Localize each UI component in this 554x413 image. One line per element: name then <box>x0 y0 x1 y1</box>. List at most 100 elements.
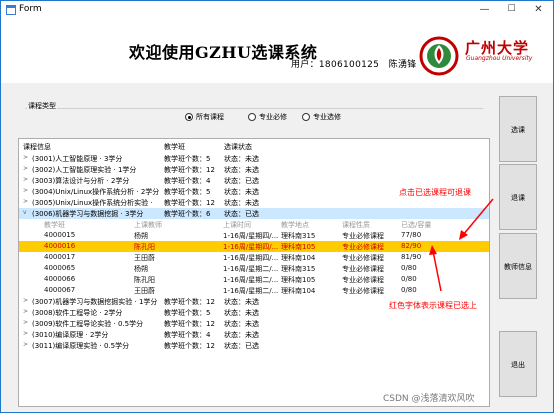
course-class-count: 教学班个数：5 <box>164 155 211 163</box>
course-info: (3007)机器学习与数据挖掘实验 · 1学分 <box>32 298 158 306</box>
sub-header-time: 上课时间 <box>223 221 251 229</box>
section-row-selected[interactable]: 4000016 陈孔阳 1-16周/星期四/... 理科南105 专业必修课程 82/90 <box>19 241 489 252</box>
course-status: 状态：未选 <box>224 188 259 196</box>
section-teacher: 陈孔阳 <box>134 276 155 284</box>
course-class-count: 教学班个数：4 <box>164 177 211 185</box>
course-status: 状态：未选 <box>224 155 259 163</box>
user-label: 用户： <box>291 60 319 70</box>
section-row[interactable]: 4000017 王田蔚 1-16周/星期四/... 理科南104 专业必修课程 81/90 <box>19 252 489 263</box>
chevron-right-icon[interactable]: > <box>23 165 28 172</box>
course-info: (3005)Unix/Linux操作系统分析实验 · <box>32 199 153 207</box>
section-row[interactable]: 4000066 陈孔阳 1-16周/星期二/... 理科南105 专业必修课程 0/80 <box>19 274 489 285</box>
course-status: 状态：未选 <box>224 331 259 339</box>
title-bar[interactable]: Form — ☐ ✕ <box>1 1 553 19</box>
chevron-down-icon[interactable]: v <box>23 209 27 216</box>
tree-row-3011[interactable]: > (3011)编译原理实验 · 0.5学分 教学班个数：12 状态：已选 <box>19 340 489 351</box>
section-id: 4000067 <box>44 286 76 294</box>
select-course-button[interactable]: 选课 <box>499 96 537 162</box>
section-id: 4000017 <box>44 253 76 261</box>
chevron-right-icon[interactable]: > <box>23 341 28 348</box>
course-status: 状态：已选 <box>224 177 259 185</box>
chevron-right-icon[interactable]: > <box>23 330 28 337</box>
chevron-right-icon[interactable]: > <box>23 308 28 315</box>
course-class-count: 教学班个数：5 <box>164 188 211 196</box>
sub-header-count: 已选/容量 <box>401 221 432 229</box>
section-row[interactable]: 4000067 王田蔚 1-16周/星期二/... 理科南104 专业必修课程 0/80 <box>19 285 489 296</box>
section-type: 专业必修课程 <box>342 265 384 273</box>
chevron-right-icon[interactable]: > <box>23 319 28 326</box>
course-type-group: 课程类型 所有课程 专业必修 专业选修 <box>25 101 483 130</box>
section-place: 理科南104 <box>281 254 316 262</box>
section-id: 4000015 <box>44 231 76 239</box>
section-type: 专业必修课程 <box>342 243 384 251</box>
tree-header: 课程信息 教学班 选课状态 <box>19 139 489 152</box>
chevron-right-icon[interactable]: > <box>23 176 28 183</box>
course-class-count: 教学班个数：12 <box>164 342 215 350</box>
radio-unchecked-icon[interactable] <box>248 113 256 121</box>
tree-row-3010[interactable]: > (3010)编译原理 · 2学分 教学班个数：4 状态：未选 <box>19 329 489 340</box>
university-logo-icon <box>419 36 459 76</box>
section-time: 1-16周/星期四/... <box>223 243 279 251</box>
course-status: 状态：未选 <box>224 320 259 328</box>
section-id: 4000066 <box>44 275 76 283</box>
section-count: 81/90 <box>401 253 422 261</box>
button-label: 退课 <box>511 194 525 202</box>
section-count: 0/80 <box>401 275 417 283</box>
sub-header-class: 教学班 <box>44 221 65 229</box>
close-button[interactable]: ✕ <box>525 1 552 19</box>
tree-row-3002[interactable]: > (3002)人工智能原理实验 · 1学分 教学班个数：12 状态：未选 <box>19 164 489 175</box>
course-status: 状态：未选 <box>224 298 259 306</box>
user-id: 1806100125 <box>318 60 380 70</box>
radio-required-courses[interactable]: 专业必修 <box>248 112 287 122</box>
radio-elective-courses[interactable]: 专业选修 <box>302 112 341 122</box>
radio-all-courses[interactable]: 所有课程 <box>185 112 224 122</box>
chevron-right-icon[interactable]: > <box>23 187 28 194</box>
teacher-info-button[interactable]: 教师信息 <box>499 233 537 299</box>
header-course-info: 课程信息 <box>23 143 51 151</box>
button-label: 选课 <box>511 126 525 134</box>
course-info: (3003)算法设计与分析 · 2学分 <box>32 177 130 185</box>
app-window: Form — ☐ ✕ 欢迎使用GZHU选课系统 用户：1806100125 陈湧… <box>0 0 554 413</box>
course-tree[interactable]: 课程信息 教学班 选课状态 > (3001)人工智能原理 · 3学分 教学班个数：5… <box>18 138 490 407</box>
button-label: 教师信息 <box>504 263 532 271</box>
section-type: 专业必修课程 <box>342 287 384 295</box>
section-place: 理科南315 <box>281 232 316 240</box>
course-class-count: 教学班个数：12 <box>164 320 215 328</box>
tree-row-3006[interactable]: v (3006)机器学习与数据挖掘 · 3学分 教学班个数：6 状态：已选 <box>19 208 489 219</box>
course-info: (3006)机器学习与数据挖掘 · 3学分 <box>32 210 144 218</box>
section-count: 0/80 <box>401 264 417 272</box>
tree-row-3005[interactable]: > (3005)Unix/Linux操作系统分析实验 · 教学班个数：12 状态：未选 <box>19 197 489 208</box>
tree-row-3003[interactable]: > (3003)算法设计与分析 · 2学分 教学班个数：4 状态：已选 <box>19 175 489 186</box>
header-status: 选课状态 <box>224 143 252 151</box>
section-id: 4000016 <box>44 242 76 250</box>
course-status: 状态：未选 <box>224 166 259 174</box>
radio-label: 专业选修 <box>313 113 341 121</box>
chevron-right-icon[interactable]: > <box>23 198 28 205</box>
course-class-count: 教学班个数：5 <box>164 309 211 317</box>
tree-row-3001[interactable]: > (3001)人工智能原理 · 3学分 教学班个数：5 状态：未选 <box>19 153 489 164</box>
course-info: (3009)软件工程导论实验 · 0.5学分 <box>32 320 144 328</box>
window-title: Form <box>19 4 42 14</box>
course-status: 状态：未选 <box>224 199 259 207</box>
section-row[interactable]: 4000015 杨朔 1-16周/星期四/... 理科南315 专业必修课程 77/80 <box>19 230 489 241</box>
chevron-right-icon[interactable]: > <box>23 297 28 304</box>
section-place: 理科南315 <box>281 265 316 273</box>
section-row[interactable]: 4000065 杨朔 1-16周/星期二/... 理科南315 专业必修课程 0/80 <box>19 263 489 274</box>
button-label: 退出 <box>511 361 525 369</box>
radio-checked-icon[interactable] <box>185 113 193 121</box>
drop-course-button[interactable]: 退课 <box>499 164 537 230</box>
section-teacher: 陈孔阳 <box>134 243 155 251</box>
course-status: 状态：已选 <box>224 342 259 350</box>
chevron-right-icon[interactable]: > <box>23 154 28 161</box>
sub-header-place: 教学地点 <box>281 221 309 229</box>
section-count: 77/80 <box>401 231 422 239</box>
exit-button[interactable]: 退出 <box>499 331 537 397</box>
university-subtitle: Guangzhou University <box>466 55 533 62</box>
section-type: 专业必修课程 <box>342 232 384 240</box>
tree-row-3009[interactable]: > (3009)软件工程导论实验 · 0.5学分 教学班个数：12 状态：未选 <box>19 318 489 329</box>
welcome-title: 欢迎使用GZHU选课系统 <box>129 43 318 62</box>
maximize-button[interactable]: ☐ <box>498 1 525 19</box>
section-header-row: 教学班 上课教师 上课时间 教学地点 课程性质 已选/容量 <box>19 219 489 230</box>
minimize-button[interactable]: — <box>471 1 498 19</box>
radio-unchecked-icon[interactable] <box>302 113 310 121</box>
